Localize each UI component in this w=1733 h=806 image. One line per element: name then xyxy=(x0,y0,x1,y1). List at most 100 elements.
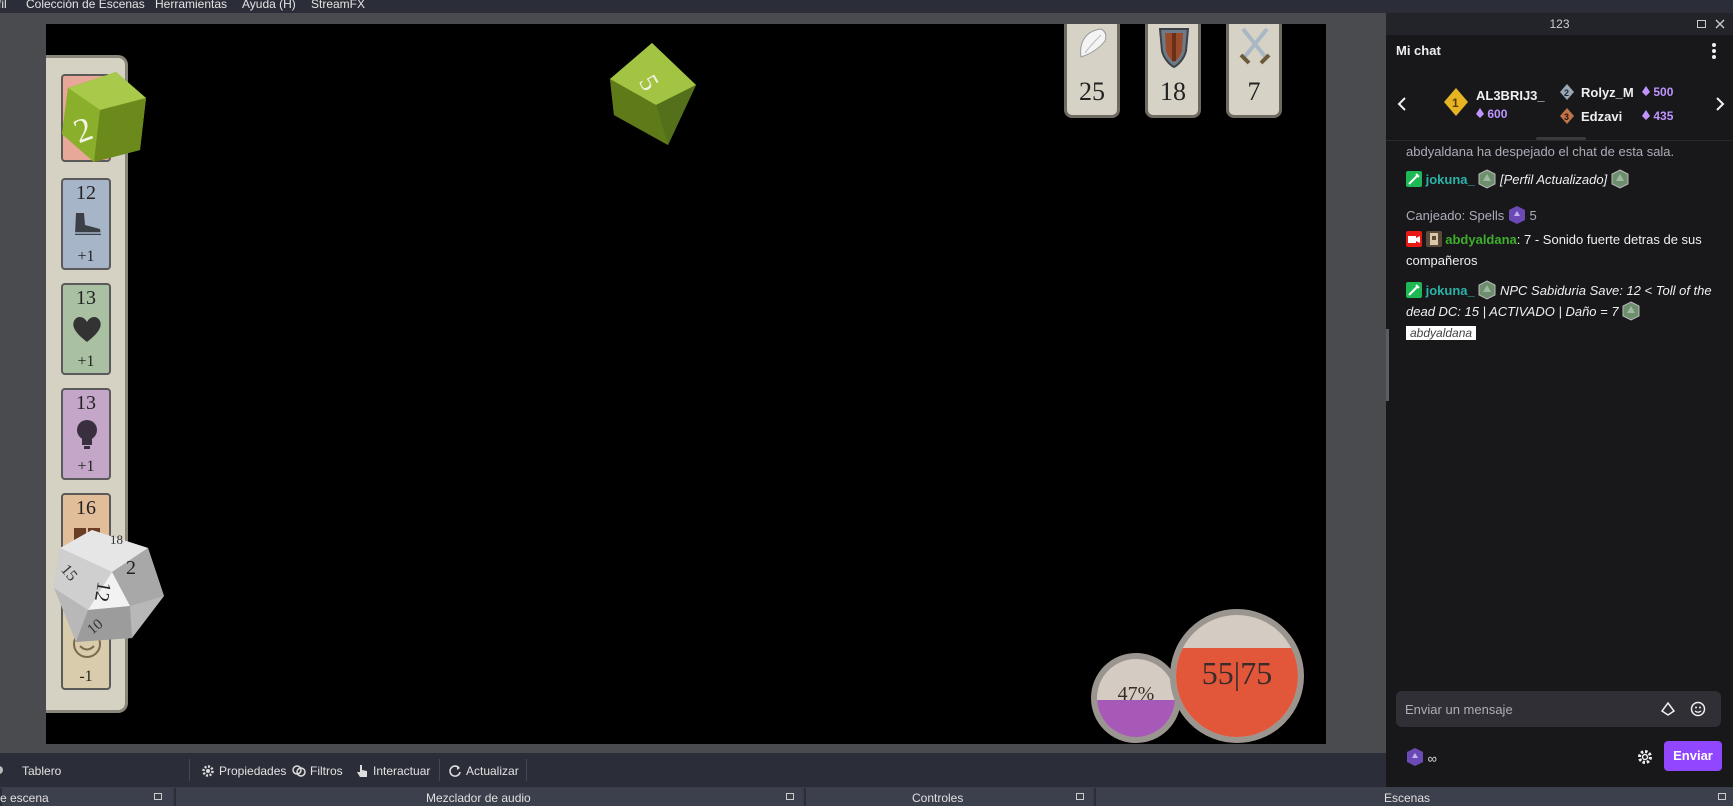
d20-badge-icon xyxy=(1622,301,1640,321)
float-icon[interactable] xyxy=(154,793,162,800)
spells-reward-icon xyxy=(1508,206,1525,224)
chat-message: abdyaldana: 7 - Sonido fuerte detras de … xyxy=(1406,229,1721,271)
dock-audio-mixer-title: Mezclador de audio xyxy=(426,791,531,805)
d20-badge-icon xyxy=(1611,169,1629,189)
dock-titles: e escena Mezclador de audio Controles Es… xyxy=(0,787,1733,806)
stat-modifier: +1 xyxy=(77,458,95,475)
close-icon[interactable] xyxy=(1715,19,1725,29)
d20-face-value: 12 xyxy=(90,580,115,604)
source-name: Tablero xyxy=(22,764,62,778)
chat-title: Mi chat xyxy=(1396,43,1441,58)
lightbulb-icon xyxy=(77,420,97,449)
leader-2-name[interactable]: Rolyz_M xyxy=(1581,85,1634,100)
heart-icon xyxy=(73,316,101,342)
preview-canvas[interactable]: 12 +1 13 +1 13 +1 16 -1 2 5 18 2 15 12 1… xyxy=(46,24,1326,744)
source-toolbar: Tablero Propiedades Filtros Interactuar xyxy=(0,753,1386,787)
chat-username[interactable]: abdyaldana xyxy=(1445,232,1517,247)
menu-streamfx[interactable]: StreamFX xyxy=(311,0,365,10)
d8-die: 5 xyxy=(610,43,696,145)
chat-header: Mi chat xyxy=(1386,35,1733,65)
filter-icon xyxy=(292,765,306,777)
toolbar-divider xyxy=(189,759,190,781)
mana-orb: 47% xyxy=(1091,653,1181,743)
stat-card-intelligence: 13 +1 xyxy=(61,388,111,480)
chat-dock-title: 123 xyxy=(1549,17,1570,31)
leader-1-points: 600 xyxy=(1476,107,1507,121)
more-options-icon[interactable] xyxy=(1711,42,1717,60)
chat-input[interactable]: Enviar un mensaje xyxy=(1396,691,1721,727)
float-icon[interactable] xyxy=(1076,793,1084,800)
properties-label: Propiedades xyxy=(219,764,287,778)
obs-preview-area: 12 +1 13 +1 13 +1 16 -1 2 5 18 2 15 12 1… xyxy=(0,13,1386,753)
properties-button[interactable]: Propiedades xyxy=(201,764,286,778)
points-balance[interactable]: ∞ xyxy=(1406,747,1437,767)
rank-1-badge-icon: 1 xyxy=(1444,88,1468,116)
crossed-swords-icon xyxy=(1239,27,1271,65)
attack-card: 7 xyxy=(1226,24,1282,118)
health-orb: 55|75 xyxy=(1170,609,1304,743)
menu-file[interactable]: fil xyxy=(0,0,7,10)
dock-controls-title: Controles xyxy=(912,791,964,805)
interact-button[interactable]: Interactuar xyxy=(355,764,430,778)
refresh-button[interactable]: Actualizar xyxy=(448,764,519,778)
dock-sources[interactable]: e escena xyxy=(0,788,172,806)
chat-message: jokuna_ [Perfil Actualizado] xyxy=(1406,169,1721,190)
menu-scene-collection[interactable]: Colección de Escenas xyxy=(26,0,145,10)
chat-message: jokuna_ NPC Sabiduria Save: 12 < Toll of… xyxy=(1406,280,1721,344)
moderator-badge-icon xyxy=(1406,282,1422,298)
stat-modifier: -1 xyxy=(79,668,93,685)
menu-bar: fil Colección de Escenas Herramientas Ay… xyxy=(0,0,1733,13)
chat-username[interactable]: jokuna_ xyxy=(1426,283,1475,298)
toolbar-divider xyxy=(439,759,440,781)
emote-picker-icon[interactable] xyxy=(1690,701,1706,717)
system-message: abdyaldana ha despejado el chat de esta … xyxy=(1406,144,1675,159)
stat-modifier: +1 xyxy=(77,248,95,265)
menu-tools[interactable]: Herramientas xyxy=(155,0,227,10)
bits-icon[interactable] xyxy=(1661,702,1675,716)
d20-face-value: 2 xyxy=(126,557,136,579)
rank-3-badge-icon: 3 xyxy=(1560,108,1574,124)
points-value: ∞ xyxy=(1427,751,1437,766)
dock-audio-mixer[interactable]: Mezclador de audio xyxy=(174,788,802,806)
chat-dock-titlebar: 123 xyxy=(1386,13,1733,35)
leader-3-points: 435 xyxy=(1642,109,1673,123)
dock-scenes[interactable]: Escenas xyxy=(1094,788,1733,806)
boot-icon xyxy=(75,213,101,235)
redemption-cost: 5 xyxy=(1529,208,1537,223)
dock-controls[interactable]: Controles xyxy=(804,788,1092,806)
mana-text: 47% xyxy=(1117,683,1155,705)
chat-username[interactable]: jokuna_ xyxy=(1426,172,1475,187)
mention-tag[interactable]: abdyaldana xyxy=(1406,326,1477,340)
chat-messages: abdyaldana ha despejado el chat de esta … xyxy=(1386,141,1733,701)
filters-button[interactable]: Filtros xyxy=(292,764,343,778)
chat-settings-icon[interactable] xyxy=(1636,748,1654,766)
rank-2-badge-icon: 2 xyxy=(1560,84,1574,100)
channel-points-icon xyxy=(1407,748,1423,766)
shield-icon xyxy=(1158,28,1190,69)
refresh-label: Actualizar xyxy=(466,764,519,778)
float-icon[interactable] xyxy=(1697,20,1706,28)
dock-scenes-title: Escenas xyxy=(1384,791,1431,805)
stat-card-dexterity: 12 +1 xyxy=(61,178,111,270)
leader-3-name[interactable]: Edzavi xyxy=(1581,109,1622,124)
dock-sources-title: e escena xyxy=(0,791,49,805)
redemption-label: Canjeado: Spells xyxy=(1406,208,1505,223)
redemption-notice: Canjeado: Spells 5 xyxy=(1406,205,1721,226)
d20-face-value: 18 xyxy=(110,532,123,547)
moderator-badge-icon xyxy=(1406,171,1422,187)
source-gear xyxy=(0,764,6,776)
speed-card: 25 xyxy=(1064,24,1120,118)
svg-text:1: 1 xyxy=(1452,96,1459,110)
chevron-left-icon[interactable] xyxy=(1397,97,1407,111)
chevron-right-icon[interactable] xyxy=(1715,97,1725,111)
send-button[interactable]: Enviar xyxy=(1664,741,1722,771)
stat-modifier: +1 xyxy=(77,353,95,370)
menu-help[interactable]: Ayuda (H) xyxy=(242,0,296,10)
leader-1-name[interactable]: AL3BRIJ3_ xyxy=(1476,88,1545,103)
float-icon[interactable] xyxy=(1718,793,1726,800)
health-text: 55|75 xyxy=(1201,655,1273,691)
svg-text:3: 3 xyxy=(1564,112,1569,122)
leaderboard-scroll-indicator xyxy=(1536,137,1586,140)
toolbar-divider xyxy=(526,759,527,781)
float-icon[interactable] xyxy=(786,793,794,800)
